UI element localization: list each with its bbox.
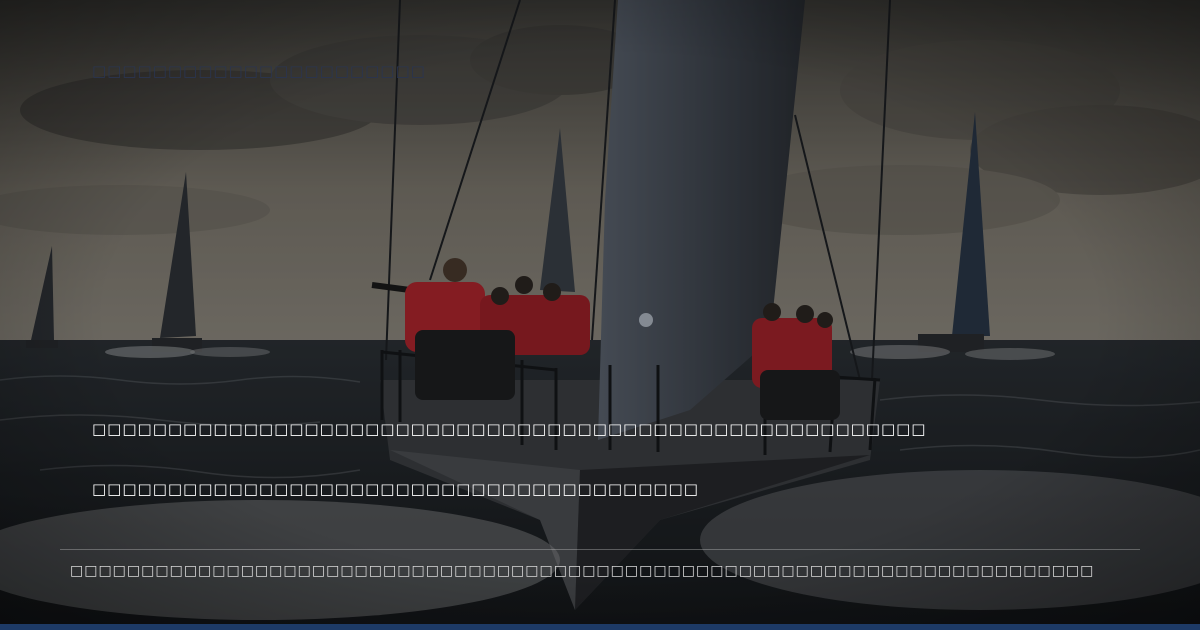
top-caption: □□□□□□□□□□□□□□□□□□□□□□ [92, 62, 426, 80]
bottom-accent-bar [0, 624, 1200, 630]
sailing-photo [0, 0, 1200, 630]
divider [60, 549, 1140, 550]
footer-text: □□□□□□□□□□□□□□□□□□□□□□□□□□□□□□□□□□□□□□□□… [70, 563, 1095, 579]
headline-line-2: □□□□□□□□□□□□□□□□□□□□□□□□□□□□□□□□□□□□□□□□ [92, 480, 699, 498]
headline-line-1: □□□□□□□□□□□□□□□□□□□□□□□□□□□□□□□□□□□□□□□□… [92, 420, 927, 438]
